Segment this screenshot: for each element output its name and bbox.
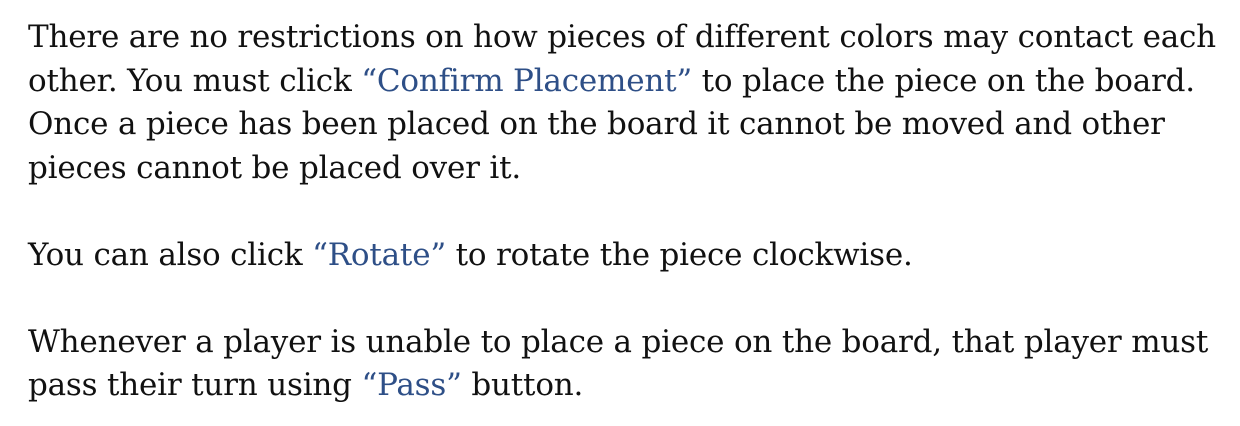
paragraph3-text-end: button. <box>461 367 584 403</box>
document-body: There are no restrictions on how pieces … <box>28 16 1218 408</box>
paragraph2-text-start: You can also click <box>28 236 313 273</box>
paragraph3-text-start: Whenever a player is unable to place a p… <box>28 323 1209 404</box>
paragraph-pass-rule: Whenever a player is unable to place a p… <box>28 321 1218 408</box>
paragraph-placement-rules: There are no restrictions on how pieces … <box>28 16 1218 190</box>
paragraph2-text-end: to rotate the piece clockwise. <box>445 236 913 273</box>
pass-reference: “Pass” <box>361 367 462 403</box>
paragraph-rotate-info: You can also click “Rotate” to rotate th… <box>28 234 1218 278</box>
rotate-reference: “Rotate” <box>312 236 446 273</box>
confirm-placement-reference: “Confirm Placement” <box>361 62 693 99</box>
